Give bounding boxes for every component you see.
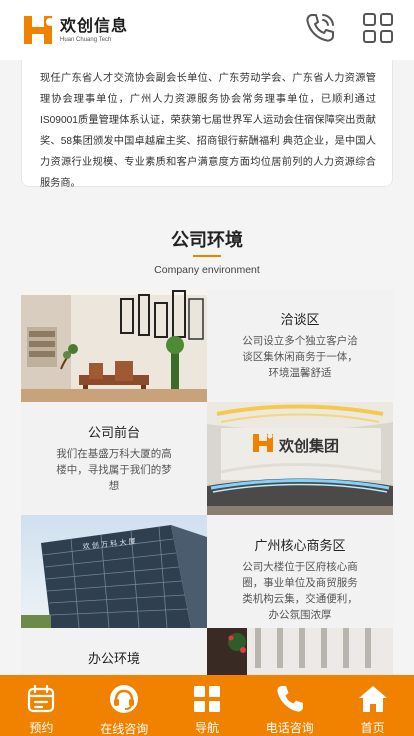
- home-icon: [357, 683, 389, 714]
- environment-title: 洽谈区: [280, 312, 320, 327]
- reception-desk-photo[interactable]: 欢创集团: [207, 402, 393, 515]
- nav-home[interactable]: 首页: [331, 675, 414, 736]
- nav-label: 导航: [194, 721, 219, 735]
- grid-nav-icon: [192, 683, 222, 714]
- nav-label: 预约: [29, 721, 54, 735]
- reception-wall-text: 欢创集团: [278, 437, 339, 455]
- environment-title: 办公环境: [87, 651, 140, 666]
- phone-icon: [275, 683, 305, 714]
- section-title: 公司环境: [171, 230, 243, 250]
- logo-h-icon: [22, 14, 56, 46]
- brand-logo[interactable]: 欢创信息 Huan Chuang Tech: [22, 14, 128, 46]
- nav-label: 首页: [360, 721, 385, 735]
- brand-name: 欢创信息: [60, 15, 129, 35]
- nav-online-consult[interactable]: 在线咨询: [83, 675, 166, 736]
- section-title-underline: [193, 255, 221, 257]
- calendar-icon: [26, 683, 56, 714]
- company-intro-card: 现任广东省人才交流协会副会长单位、广东劳动学会、广东省人力资源管理协会理事单位，…: [21, 60, 393, 189]
- top-header: 欢创信息 Huan Chuang Tech: [0, 0, 414, 60]
- page: 欢创信息 Huan Chuang Tech 现任广东省人才交流协会副会长单位、广…: [0, 0, 414, 736]
- environment-desc: 公司设立多个独立客户洽谈区集休闲商务于一体，环境温馨舒适: [242, 335, 358, 379]
- nav-label: 电话咨询: [265, 721, 314, 735]
- environment-card-reception[interactable]: 公司前台 我们在基盛万科大厦的高楼中，寻找属于我们的梦想: [21, 402, 207, 515]
- nav-appointment[interactable]: 预约: [0, 675, 83, 736]
- phone-call-icon[interactable]: [304, 12, 336, 49]
- nav-label: 在线咨询: [100, 722, 149, 736]
- bottom-nav-bar: 预约 在线咨询 导航 电话咨询 首页: [0, 675, 414, 736]
- environment-card-negotiation[interactable]: 洽谈区 公司设立多个独立客户洽谈区集休闲商务于一体，环境温馨舒适: [207, 289, 393, 402]
- nav-phone-consult[interactable]: 电话咨询: [248, 675, 331, 736]
- office-building-photo[interactable]: 欢 创 万 科 大 厦: [21, 515, 207, 628]
- section-subtitle: Company environment: [154, 264, 260, 276]
- meeting-room-photo[interactable]: [21, 289, 207, 402]
- headset-icon: [108, 683, 140, 715]
- menu-grid-icon[interactable]: [362, 12, 394, 49]
- nav-navigation[interactable]: 导航: [166, 675, 249, 736]
- environment-title: 公司前台: [87, 425, 140, 440]
- environment-title: 广州核心商务区: [254, 538, 346, 553]
- environment-desc: 我们在基盛万科大厦的高楼中，寻找属于我们的梦想: [56, 448, 172, 492]
- environment-card-cbd[interactable]: 广州核心商务区 公司大楼位于区府核心商圈，事业单位及商贸服务类机构云集，交通便利…: [207, 515, 393, 628]
- company-intro-text: 现任广东省人才交流协会副会长单位、广东劳动学会、广东省人力资源管理协会理事单位，…: [40, 73, 376, 189]
- environment-desc: 公司大楼位于区府核心商圈，事业单位及商贸服务类机构云集，交通便利，办公氛围浓厚: [242, 561, 358, 621]
- brand-tagline: Huan Chuang Tech: [60, 36, 112, 43]
